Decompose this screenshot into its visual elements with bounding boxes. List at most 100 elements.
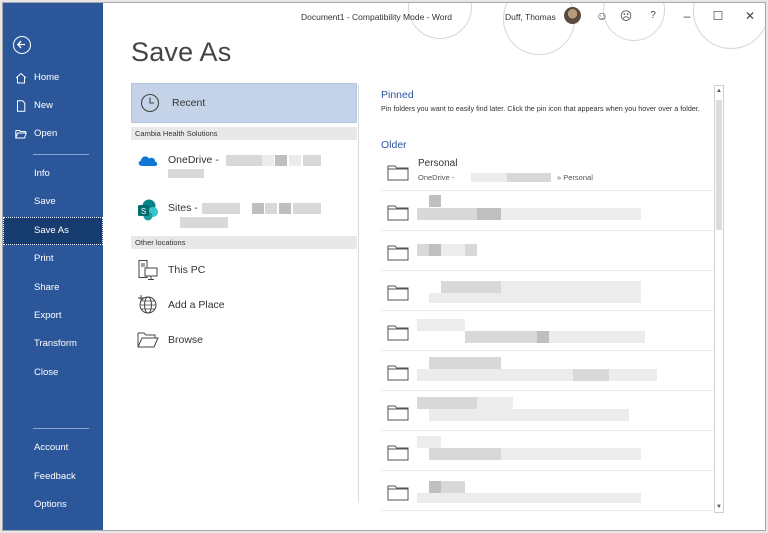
- nav-home[interactable]: Home: [3, 64, 103, 92]
- back-button[interactable]: [13, 36, 31, 54]
- nav-close[interactable]: Close: [3, 359, 103, 387]
- location-add-place-label: Add a Place: [168, 299, 225, 311]
- folder-row[interactable]: [381, 311, 713, 351]
- location-recent[interactable]: Recent: [131, 83, 357, 123]
- close-window-button[interactable]: ✕: [741, 7, 759, 25]
- scroll-thumb[interactable]: [716, 100, 722, 230]
- smile-icon: ☺: [595, 9, 609, 23]
- folder-path-suffix: » Personal: [557, 173, 593, 182]
- nav-divider: [33, 154, 89, 155]
- frown-icon: ☹: [619, 9, 633, 23]
- close-icon: ✕: [744, 9, 756, 23]
- user-name[interactable]: Duff, Thomas: [505, 12, 556, 22]
- onedrive-icon: [138, 156, 158, 166]
- location-browse-label: Browse: [168, 334, 204, 346]
- sharepoint-icon: S: [138, 199, 158, 221]
- help-icon: ?: [650, 10, 656, 21]
- folder-row[interactable]: [381, 471, 713, 511]
- document-title: Document1 - Compatibility Mode - Word: [301, 12, 453, 22]
- folder-row[interactable]: [381, 271, 713, 311]
- location-sites-label: Sites -: [168, 202, 198, 214]
- home-icon: [15, 72, 27, 84]
- clock-icon: [140, 93, 160, 113]
- location-sites[interactable]: S Sites -: [131, 193, 357, 231]
- org-section-header: Cambia Health Solutions: [131, 127, 357, 140]
- nav-options[interactable]: Options: [3, 491, 103, 519]
- location-onedrive-label: OneDrive -: [168, 154, 219, 166]
- location-recent-label: Recent: [172, 97, 206, 109]
- nav-export-label: Export: [34, 310, 62, 321]
- folder-row[interactable]: [381, 391, 713, 431]
- folder-icon: [387, 365, 409, 381]
- folder-icon: [387, 245, 409, 261]
- nav-share[interactable]: Share: [3, 274, 103, 302]
- nav-new-label: New: [34, 100, 54, 111]
- folder-row[interactable]: [381, 351, 713, 391]
- nav-save[interactable]: Save: [3, 188, 103, 216]
- nav-options-label: Options: [34, 499, 67, 510]
- restore-button[interactable]: ☐: [709, 7, 727, 25]
- scroll-up-icon[interactable]: ▲: [715, 86, 723, 96]
- vertical-scrollbar[interactable]: ▲ ▼: [714, 85, 724, 513]
- nav-info-label: Info: [34, 168, 50, 179]
- backstage-nav: Home New Open Info Save Save As Print Sh…: [3, 3, 103, 530]
- folder-row[interactable]: [381, 191, 713, 231]
- location-add-place[interactable]: Add a Place: [131, 290, 357, 320]
- arrow-left-icon: [16, 40, 25, 49]
- folder-icon: [387, 285, 409, 301]
- folder-open-icon: [137, 332, 159, 348]
- folder-icon: [387, 325, 409, 341]
- globe-add-icon: [138, 295, 157, 314]
- nav-open[interactable]: Open: [3, 120, 103, 148]
- avatar[interactable]: [564, 7, 581, 24]
- folder-row[interactable]: [381, 431, 713, 471]
- nav-share-label: Share: [34, 282, 60, 293]
- word-backstage-window: Home New Open Info Save Save As Print Sh…: [2, 2, 766, 531]
- nav-feedback-label: Feedback: [34, 471, 76, 482]
- nav-info[interactable]: Info: [3, 160, 103, 188]
- folder-icon: [387, 165, 409, 181]
- help-button[interactable]: ?: [644, 7, 662, 25]
- older-heading: Older: [381, 139, 407, 151]
- nav-divider: [33, 428, 89, 429]
- nav-feedback[interactable]: Feedback: [3, 463, 103, 491]
- nav-save-as-label: Save As: [34, 225, 69, 236]
- folder-row[interactable]: [381, 231, 713, 271]
- minimize-button[interactable]: –: [678, 7, 696, 25]
- location-onedrive[interactable]: OneDrive -: [131, 145, 357, 183]
- page-title: Save As: [131, 37, 232, 67]
- nav-export[interactable]: Export: [3, 302, 103, 330]
- location-this-pc[interactable]: This PC: [131, 255, 357, 285]
- folder-icon: [387, 205, 409, 221]
- nav-home-label: Home: [34, 72, 60, 83]
- other-locations-header: Other locations: [131, 236, 357, 249]
- folder-icon: [387, 405, 409, 421]
- folder-name: Personal: [418, 158, 458, 169]
- nav-open-label: Open: [34, 128, 58, 139]
- folder-path: OneDrive -: [418, 173, 455, 182]
- folder-icon: [387, 485, 409, 501]
- nav-save-label: Save: [34, 196, 56, 207]
- smile-feedback-button[interactable]: ☺: [593, 7, 611, 25]
- pinned-hint: Pin folders you want to easily find late…: [381, 104, 700, 113]
- pinned-heading: Pinned: [381, 89, 414, 101]
- location-browse[interactable]: Browse: [131, 325, 357, 355]
- svg-text:S: S: [141, 207, 146, 216]
- nav-print-label: Print: [34, 253, 54, 264]
- location-this-pc-label: This PC: [168, 264, 206, 276]
- nav-new[interactable]: New: [3, 92, 103, 120]
- nav-transform-label: Transform: [34, 338, 77, 349]
- pane-divider: [358, 85, 359, 503]
- frown-feedback-button[interactable]: ☹: [617, 7, 635, 25]
- nav-close-label: Close: [34, 367, 59, 378]
- nav-transform[interactable]: Transform: [3, 330, 103, 358]
- new-document-icon: [17, 100, 26, 112]
- title-bar: Document1 - Compatibility Mode - Word Du…: [103, 3, 765, 31]
- nav-save-as[interactable]: Save As: [3, 217, 103, 245]
- nav-print[interactable]: Print: [3, 245, 103, 273]
- folder-row-personal[interactable]: Personal OneDrive - » Personal: [381, 151, 713, 191]
- nav-account-label: Account: [34, 442, 69, 453]
- nav-account[interactable]: Account: [3, 434, 103, 462]
- open-folder-icon: [15, 130, 27, 139]
- scroll-down-icon[interactable]: ▼: [715, 502, 723, 512]
